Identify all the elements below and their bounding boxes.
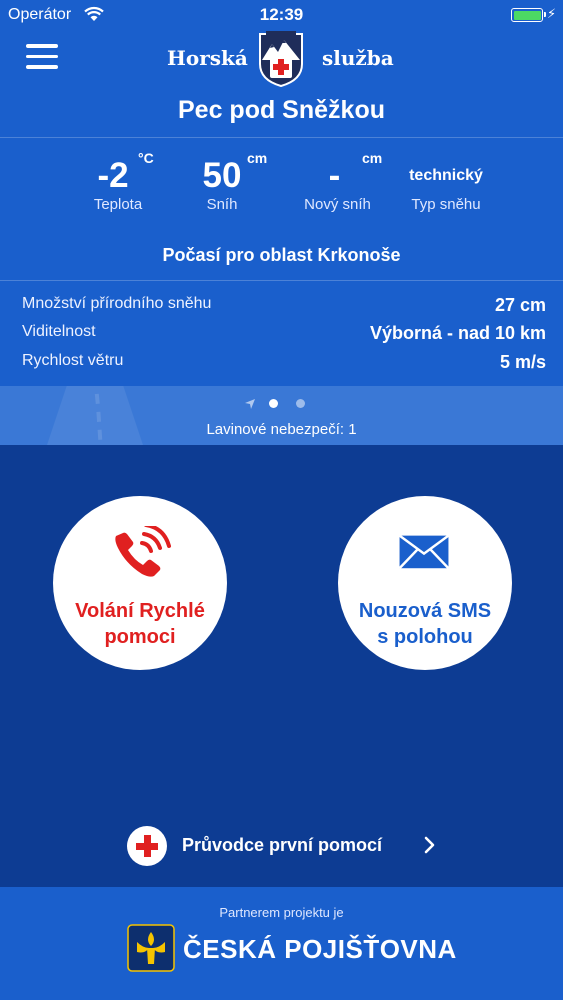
emergency-sms-label: Nouzová SMS s polohou [338, 598, 512, 650]
emergency-sms-button[interactable]: Nouzová SMS s polohou [338, 496, 512, 670]
first-aid-plus-icon [127, 826, 167, 866]
label-line: pomoci [104, 626, 176, 648]
status-bar: Operátor 12:39 ⚡ [0, 0, 563, 30]
info-key: Viditelnost [22, 323, 96, 340]
stat-label: Teplota [93, 196, 143, 213]
stat-snow-type: technický Typ sněhu [400, 156, 492, 213]
stat-label: Typ sněhu [411, 196, 481, 213]
clock: 12:39 [259, 5, 304, 24]
location-arrow-icon [245, 398, 256, 409]
location-title: Pec pod Sněžkou [178, 96, 385, 124]
stat-unit: °C [138, 150, 154, 166]
divider [0, 137, 563, 138]
weather-area-title: Počasí pro oblast Krkonoše [162, 245, 401, 265]
info-value: 5 m/s [499, 352, 546, 372]
divider [0, 280, 563, 281]
hamburger-menu-icon[interactable] [26, 44, 58, 70]
stat-unit: cm [362, 150, 383, 166]
label-line: Nouzová SMS [358, 600, 492, 622]
stat-label: Nový sníh [304, 196, 371, 213]
sponsor-footer: Partnerem projektu je ČESKÁ POJIŠŤOVNA [0, 887, 563, 1000]
stat-label: Sníh [206, 196, 238, 213]
avalanche-danger-label: Lavinové nebezpečí: 1 [206, 421, 357, 438]
info-value: 27 cm [494, 295, 546, 315]
info-key: Rychlost větru [22, 352, 124, 369]
page-indicator[interactable] [0, 395, 563, 413]
stat-new-snow: - cm Nový sníh [300, 150, 382, 213]
sponsor-name: ČESKÁ POJIŠŤOVNA [183, 934, 457, 964]
info-value: Výborná - nad 10 km [369, 323, 546, 343]
stat-value: -2 [97, 156, 129, 195]
stat-value: technický [409, 167, 483, 184]
avalanche-pager[interactable]: Lavinové nebezpečí: 1 [0, 386, 563, 445]
stat-value: 50 [202, 156, 242, 195]
emergency-call-button[interactable]: Volání Rychlé pomoci [53, 496, 227, 670]
charging-icon: ⚡ [547, 6, 557, 21]
stat-temperature: -2 °C Teplota [82, 150, 154, 213]
envelope-icon [398, 534, 450, 570]
info-row-visibility: Viditelnost Výborná - nad 10 km [22, 323, 546, 349]
ceska-pojistovna-logo [127, 924, 175, 972]
info-row-natural-snow: Množství přírodního sněhu 27 cm [22, 295, 546, 321]
chevron-right-icon [424, 836, 435, 854]
brand-name-left: Horská [167, 46, 248, 70]
stat-value: - [328, 156, 341, 195]
brand-name-right: služba [322, 46, 394, 70]
emergency-call-label: Volání Rychlé pomoci [53, 598, 227, 650]
page-dot[interactable] [295, 399, 305, 409]
label-line: Volání Rychlé [75, 600, 205, 622]
mountain-rescue-logo [259, 31, 303, 88]
page-dot-active[interactable] [268, 399, 278, 409]
phone-ringing-icon [115, 526, 171, 577]
stat-snow: 50 cm Sníh [192, 150, 268, 213]
stat-unit: cm [247, 150, 268, 166]
battery-icon [511, 8, 546, 22]
first-aid-guide-link[interactable]: Průvodce první pomocí [127, 826, 447, 866]
info-key: Množství přírodního sněhu [22, 295, 212, 312]
info-row-wind: Rychlost větru 5 m/s [22, 352, 546, 378]
partner-caption: Partnerem projektu je [219, 905, 344, 920]
label-line: s polohou [377, 626, 473, 648]
first-aid-label: Průvodce první pomocí [182, 835, 383, 855]
